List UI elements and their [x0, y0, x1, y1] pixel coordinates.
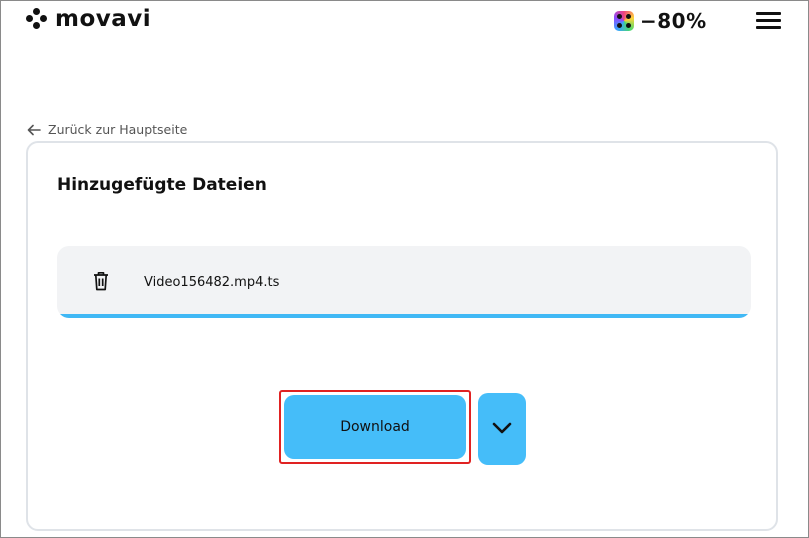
file-name: Video156482.mp4.ts — [144, 275, 280, 290]
back-to-home-link[interactable]: Zurück zur Hauptseite — [27, 122, 187, 137]
card-title: Hinzugefügte Dateien — [57, 175, 267, 195]
movavi-app-icon — [614, 11, 634, 31]
chevron-down-icon — [492, 422, 512, 434]
promo-badge[interactable]: −80% — [614, 9, 707, 33]
download-button[interactable]: Download — [284, 395, 466, 459]
list-item: Video156482.mp4.ts — [57, 246, 751, 318]
brand-name: movavi — [55, 6, 152, 32]
discount-text: −80% — [640, 9, 707, 33]
movavi-logo[interactable]: movavi — [26, 6, 151, 32]
download-highlight: Download — [279, 390, 471, 464]
trash-icon[interactable] — [93, 271, 109, 291]
added-files-card: Hinzugefügte Dateien Video156482.mp4.ts … — [26, 141, 778, 531]
format-dropdown-button[interactable] — [478, 393, 526, 465]
arrow-left-icon — [27, 124, 41, 135]
upload-progress-bar — [57, 314, 751, 318]
movavi-logo-icon — [26, 8, 48, 30]
hamburger-menu-icon[interactable] — [756, 12, 781, 29]
back-link-label: Zurück zur Hauptseite — [48, 122, 188, 137]
